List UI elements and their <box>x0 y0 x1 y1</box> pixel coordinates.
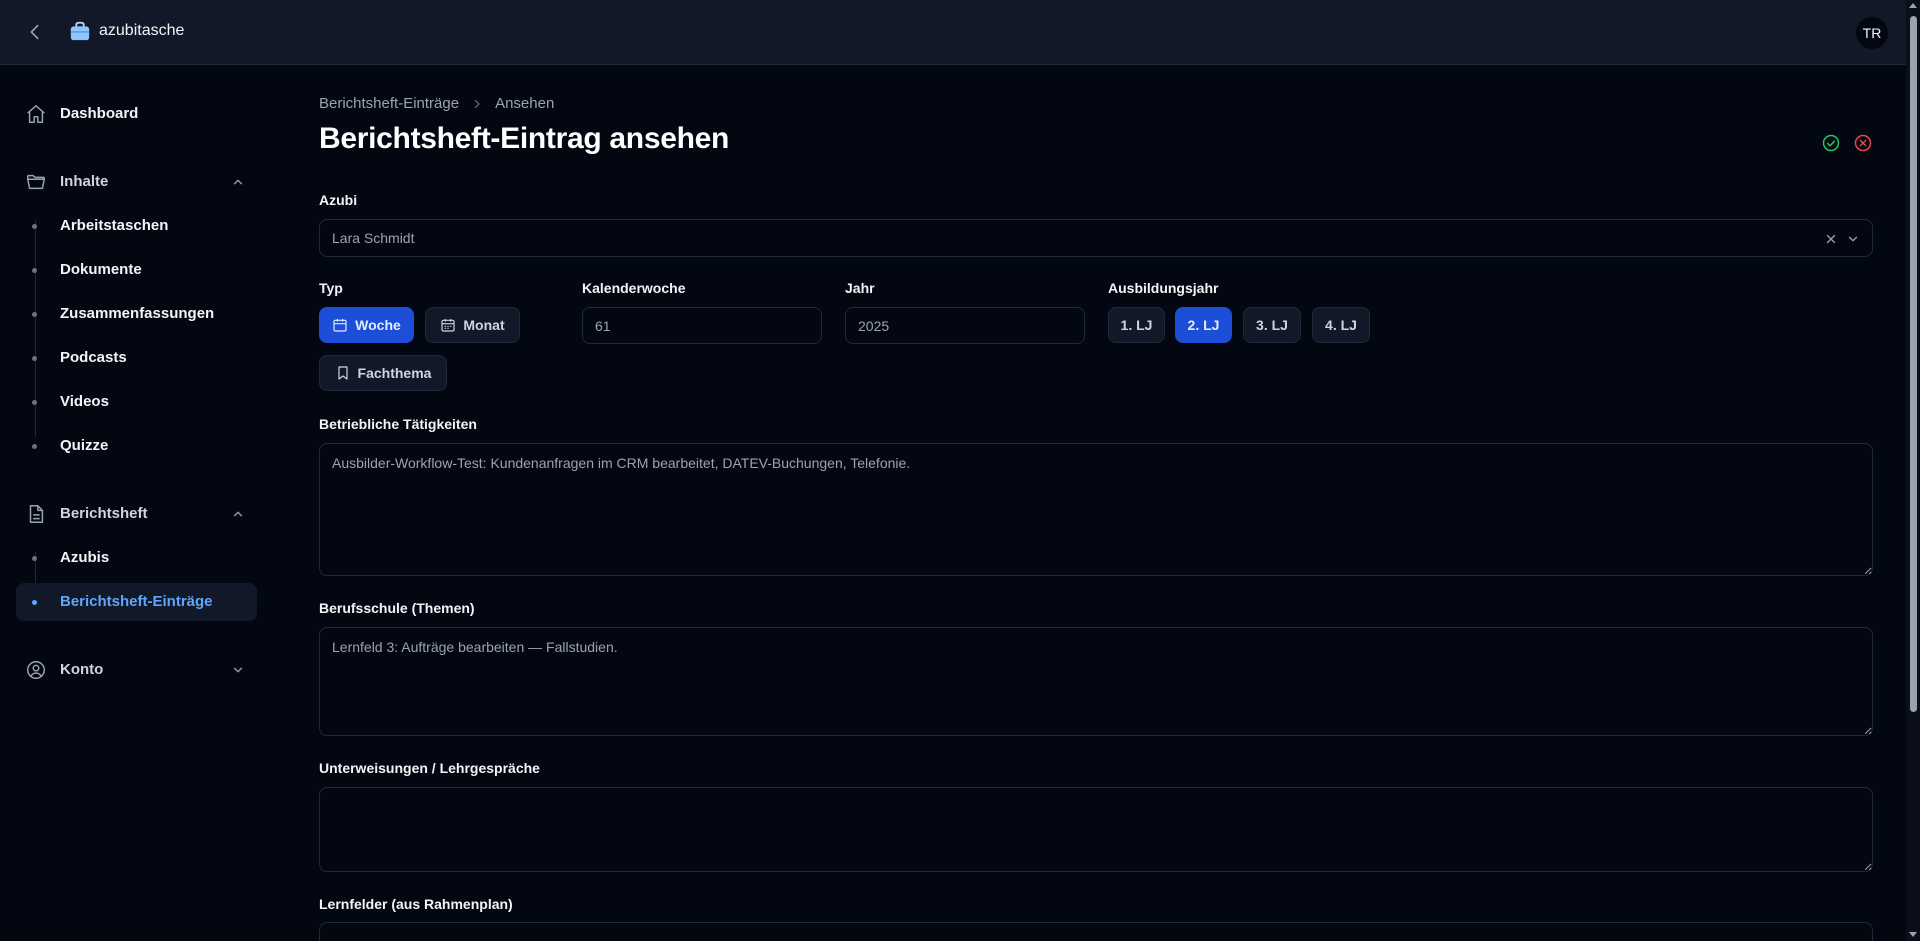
sidebar-item-label: Dokumente <box>60 261 142 278</box>
button-label: Monat <box>463 317 505 333</box>
unterweisungen-label: Unterweisungen / Lehrgespräche <box>319 760 540 776</box>
lj-1-button[interactable]: 1. LJ <box>1108 307 1165 343</box>
sidebar: Dashboard Inhalte Arbeitstaschen Dokumen… <box>0 65 265 941</box>
user-avatar[interactable]: TR <box>1856 17 1888 49</box>
lj-2-button[interactable]: 2. LJ <box>1175 307 1232 343</box>
calendar-icon <box>332 317 348 333</box>
sidebar-item-arbeitstaschen[interactable]: Arbeitstaschen <box>16 207 257 245</box>
jahr-label: Jahr <box>845 280 875 296</box>
sidebar-item-dokumente[interactable]: Dokumente <box>16 251 257 289</box>
calendar-icon <box>440 317 456 333</box>
unterweisungen-textarea[interactable] <box>319 787 1873 872</box>
azubi-value: Lara Schmidt <box>332 230 415 246</box>
kalenderwoche-label: Kalenderwoche <box>582 280 686 296</box>
clear-icon[interactable] <box>1824 232 1838 246</box>
sidebar-item-videos[interactable]: Videos <box>16 383 257 421</box>
check-circle-icon[interactable] <box>1821 133 1841 153</box>
bullet <box>32 224 37 229</box>
sidebar-item-label: Arbeitstaschen <box>60 217 169 234</box>
sidebar-group-inhalte[interactable]: Inhalte <box>16 163 257 201</box>
button-label: 1. LJ <box>1120 317 1153 333</box>
sidebar-item-label: Quizze <box>60 437 109 454</box>
kalenderwoche-field[interactable]: 61 <box>582 307 822 344</box>
button-label: 4. LJ <box>1325 317 1357 333</box>
bookmark-icon <box>335 365 351 381</box>
bullet <box>32 600 37 605</box>
sidebar-group-label: Berichtsheft <box>60 505 148 522</box>
sidebar-group-label: Inhalte <box>60 173 109 190</box>
chevron-down-icon[interactable] <box>1846 232 1860 246</box>
back-icon[interactable] <box>24 21 46 43</box>
betriebliche-taetigkeiten-label: Betriebliche Tätigkeiten <box>319 416 477 432</box>
bullet <box>32 556 37 561</box>
scrollbar-thumb[interactable] <box>1910 16 1917 712</box>
sidebar-item-podcasts[interactable]: Podcasts <box>16 339 257 377</box>
sidebar-item-dashboard[interactable]: Dashboard <box>16 95 257 133</box>
page-title: Berichtsheft-Eintrag ansehen <box>319 122 730 155</box>
typ-woche-button[interactable]: Woche <box>319 307 414 343</box>
bullet <box>32 444 37 449</box>
bullet <box>32 400 37 405</box>
breadcrumb: Berichtsheft-Einträge Ansehen <box>319 95 554 112</box>
sidebar-item-label: Dashboard <box>60 105 139 122</box>
breadcrumb-current: Ansehen <box>495 95 555 112</box>
breadcrumb-item[interactable]: Berichtsheft-Einträge <box>319 95 459 112</box>
page-scrollbar[interactable] <box>1906 0 1920 941</box>
azubi-select[interactable]: Lara Schmidt <box>319 219 1873 257</box>
scroll-up-arrow-icon[interactable] <box>1909 3 1917 8</box>
top-bar: azubitasche TR <box>0 0 1906 65</box>
app-logo[interactable]: azubitasche <box>69 20 184 42</box>
lernfelder-select[interactable] <box>319 922 1873 941</box>
berufsschule-label: Berufsschule (Themen) <box>319 600 475 616</box>
briefcase-logo-icon <box>69 20 91 42</box>
chevron-up-icon[interactable] <box>231 507 245 521</box>
azubi-label: Azubi <box>319 192 358 208</box>
jahr-field[interactable]: 2025 <box>845 307 1085 344</box>
ausbildungsjahr-label: Ausbildungsjahr <box>1108 280 1219 296</box>
chevron-down-icon[interactable] <box>231 663 245 677</box>
jahr-value: 2025 <box>858 317 890 334</box>
sidebar-item-label: Podcasts <box>60 349 127 366</box>
berufsschule-textarea[interactable]: Lernfeld 3: Aufträge bearbeiten — Fallst… <box>319 627 1873 736</box>
bullet <box>32 268 37 273</box>
scroll-down-arrow-icon[interactable] <box>1909 932 1917 937</box>
document-icon <box>25 503 47 525</box>
lj-3-button[interactable]: 3. LJ <box>1243 307 1301 343</box>
typ-label: Typ <box>319 280 343 296</box>
typ-monat-button[interactable]: Monat <box>425 307 520 343</box>
sidebar-item-label: Azubis <box>60 549 110 566</box>
sidebar-item-label: Zusammenfassungen <box>60 305 215 322</box>
typ-fachthema-button[interactable]: Fachthema <box>319 355 447 391</box>
x-circle-icon[interactable] <box>1853 133 1873 153</box>
lernfelder-label: Lernfelder (aus Rahmenplan) <box>319 896 513 912</box>
folder-icon <box>25 171 47 193</box>
sidebar-item-zusammenfassungen[interactable]: Zusammenfassungen <box>16 295 257 333</box>
sidebar-item-quizze[interactable]: Quizze <box>16 427 257 465</box>
sidebar-item-label: Berichtsheft-Einträge <box>60 593 213 610</box>
app-name: azubitasche <box>99 22 185 39</box>
lj-4-button[interactable]: 4. LJ <box>1312 307 1370 343</box>
bullet <box>32 356 37 361</box>
kalenderwoche-value: 61 <box>595 317 611 334</box>
sidebar-group-berichtsheft[interactable]: Berichtsheft <box>16 495 257 533</box>
button-label: Fachthema <box>357 365 432 381</box>
sidebar-item-berichtsheft-eintraege[interactable]: Berichtsheft-Einträge <box>16 583 257 621</box>
home-icon <box>25 103 47 125</box>
sidebar-item-label: Videos <box>60 393 109 410</box>
bullet <box>32 312 37 317</box>
chevron-up-icon[interactable] <box>231 175 245 189</box>
user-circle-icon <box>25 659 47 681</box>
button-label: 3. LJ <box>1256 317 1288 333</box>
sidebar-item-azubis[interactable]: Azubis <box>16 539 257 577</box>
button-label: Woche <box>355 317 401 333</box>
betriebliche-taetigkeiten-textarea[interactable]: Ausbilder-Workflow-Test: Kundenanfragen … <box>319 443 1873 576</box>
chevron-right-icon <box>471 98 483 110</box>
sidebar-group-label: Konto <box>60 661 104 678</box>
sidebar-group-konto[interactable]: Konto <box>16 651 257 689</box>
button-label: 2. LJ <box>1187 317 1220 333</box>
